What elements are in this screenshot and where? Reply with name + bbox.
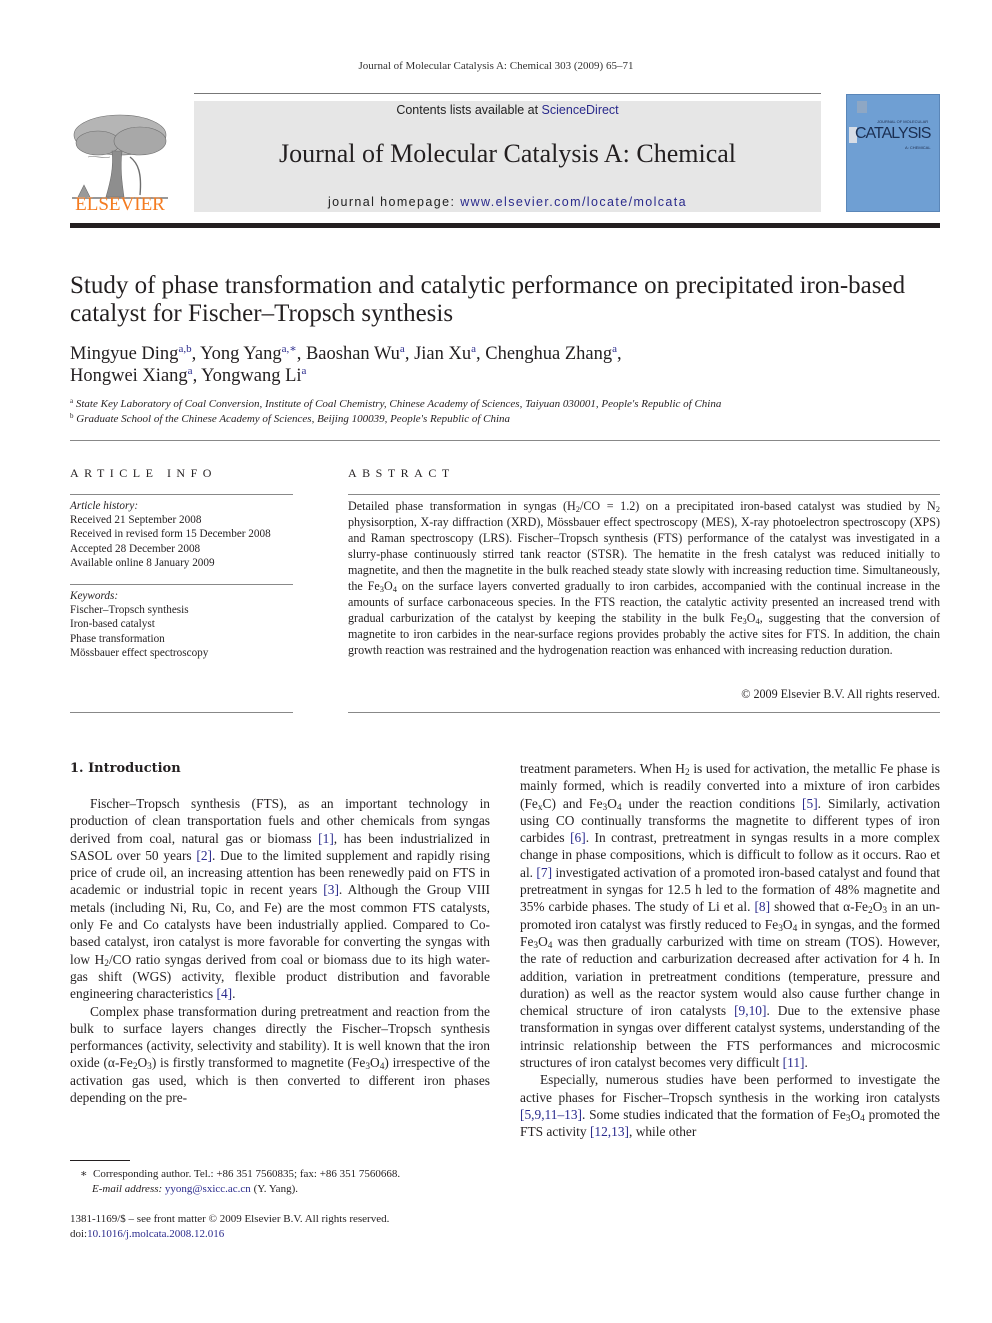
citation-link[interactable]: [12,13] (590, 1124, 629, 1139)
keyword: Fischer–Tropsch synthesis (70, 604, 189, 617)
cover-top-text: JOURNAL OF MOLECULAR (877, 119, 929, 124)
corresponding-author-details: Corresponding author. Tel.: +86 351 7560… (92, 1168, 401, 1180)
body-column-left: Fischer–Tropsch synthesis (FTS), as an i… (70, 795, 490, 1106)
corresponding-author-footnote: ∗ Corresponding author. Tel.: +86 351 75… (80, 1168, 401, 1195)
author[interactable]: Yongwang Lia (201, 365, 307, 387)
keywords-label: Keywords: (70, 590, 119, 602)
divider (70, 494, 293, 495)
history-item: Available online 8 January 2009 (70, 556, 215, 569)
masthead-top-rule (194, 93, 821, 94)
author-affiliation-marker[interactable]: a (302, 365, 307, 377)
article-history: Article history: Received 21 September 2… (70, 499, 300, 570)
affiliation: a State Key Laboratory of Coal Conversio… (70, 397, 722, 411)
running-head: Journal of Molecular Catalysis A: Chemic… (358, 60, 634, 72)
journal-homepage-link[interactable]: www.elsevier.com/locate/molcata (460, 195, 687, 209)
author-affiliation-marker[interactable]: a,∗ (282, 343, 297, 355)
paragraph: Especially, numerous studies have been p… (520, 1072, 940, 1140)
keyword: Phase transformation (70, 632, 165, 645)
citation-link[interactable]: [9,10] (734, 1003, 766, 1018)
masthead-banner: Contents lists available at ScienceDirec… (194, 101, 821, 212)
journal-name: Journal of Molecular Catalysis A: Chemic… (278, 139, 737, 168)
citation-link[interactable]: [7] (536, 865, 552, 880)
cover-publisher-logo-icon (857, 101, 867, 113)
divider (348, 712, 940, 713)
author[interactable]: Chenghua Zhanga (485, 344, 617, 365)
keyword: Iron-based catalyst (70, 618, 155, 631)
divider (70, 440, 940, 441)
homepage-prefix: journal homepage: (327, 195, 461, 209)
divider (348, 494, 940, 495)
author[interactable]: Jian Xua (414, 344, 476, 365)
contents-prefix: Contents lists available at (396, 103, 542, 117)
citation-link[interactable]: [1] (318, 831, 334, 846)
citation-link[interactable]: [3] (323, 882, 339, 897)
citation-link[interactable]: [11] (783, 1055, 805, 1070)
cover-title: CATALYSIS (855, 125, 931, 142)
citation-link[interactable]: [8] (754, 899, 770, 914)
citation-link[interactable]: [5,9,11–13] (520, 1107, 582, 1122)
citation-link[interactable]: [5] (802, 796, 818, 811)
body-column-right: treatment parameters. When H2 is used fo… (520, 760, 940, 1141)
email-label: E-mail address: (92, 1182, 165, 1195)
footnote-marker: ∗ (80, 1168, 88, 1180)
elsevier-wordmark: ELSEVIER (75, 194, 165, 215)
author[interactable]: Hongwei Xianga (70, 366, 193, 387)
author-affiliation-marker[interactable]: a,b (178, 343, 191, 355)
article-title: Study of phase transformation and cataly… (70, 272, 906, 327)
contents-available-line: Contents lists available at ScienceDirec… (194, 103, 821, 117)
author-email-link[interactable]: yyong@sxicc.ac.cn (165, 1183, 251, 1195)
author[interactable]: Yong Yanga,∗ (200, 343, 297, 365)
cover-subtitle: A: CHEMICAL (905, 145, 931, 150)
citation-link[interactable]: [2] (196, 848, 212, 863)
footnote-rule (70, 1160, 130, 1161)
paragraph: Fischer–Tropsch synthesis (FTS), as an i… (70, 796, 491, 1002)
author[interactable]: Baoshan Wua (306, 344, 405, 365)
paragraph: treatment parameters. When H2 is used fo… (520, 761, 941, 1071)
history-item: Received 21 September 2008 (70, 514, 202, 527)
paragraph: Complex phase transformation during pret… (70, 1003, 490, 1106)
citation-link[interactable]: [6] (570, 830, 586, 845)
divider (70, 712, 293, 713)
history-item: Received in revised form 15 December 200… (70, 528, 271, 541)
history-item: Accepted 28 December 2008 (70, 542, 201, 555)
keyword: Mössbauer effect spectroscopy (70, 646, 209, 659)
doi-prefix: doi: (70, 1227, 88, 1240)
abstract-text: Detailed phase transformation in syngas … (348, 499, 940, 657)
masthead-bottom-rule (70, 223, 940, 228)
journal-cover-thumbnail[interactable]: JOURNAL OF MOLECULAR CATALYSIS A: CHEMIC… (846, 94, 940, 212)
author-list: Mingyue Dinga,b, Yong Yanga,∗, Baoshan W… (70, 343, 622, 387)
keywords: Keywords: Fischer–Tropsch synthesis Iron… (70, 589, 300, 660)
abstract-heading: ABSTRACT (348, 466, 455, 480)
divider (70, 584, 293, 585)
author[interactable]: Mingyue Dinga,b (70, 343, 192, 365)
affiliation: b Graduate School of the Chinese Academy… (70, 412, 511, 426)
journal-homepage-line: journal homepage: www.elsevier.com/locat… (194, 195, 821, 209)
front-matter: 1381-1169/$ – see front matter © 2009 El… (70, 1212, 490, 1241)
section-heading-introduction: 1. Introduction (70, 761, 181, 776)
article-info-heading: ARTICLE INFO (70, 466, 217, 480)
doi-link[interactable]: 10.1016/j.molcata.2008.12.016 (87, 1228, 224, 1240)
sciencedirect-link[interactable]: ScienceDirect (542, 103, 619, 117)
abstract-copyright: © 2009 Elsevier B.V. All rights reserved… (741, 687, 940, 701)
affiliations: a State Key Laboratory of Coal Conversio… (70, 397, 940, 427)
citation-link[interactable]: [4] (216, 986, 232, 1001)
issn-line: 1381-1169/$ – see front matter © 2009 El… (70, 1213, 390, 1225)
history-label: Article history: (70, 500, 139, 512)
